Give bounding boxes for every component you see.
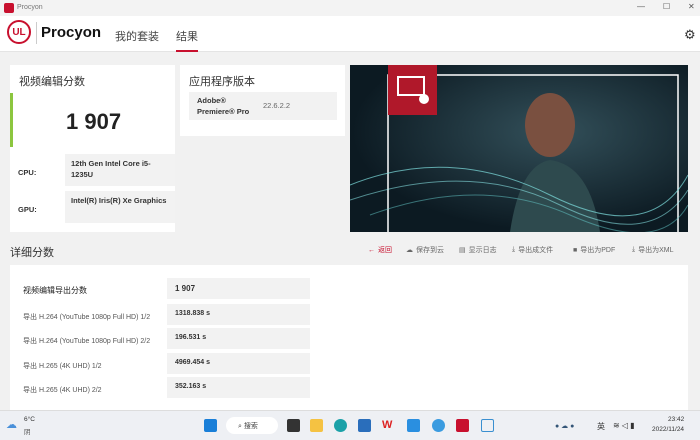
export-pdf-label: 导出为PDF (580, 247, 616, 254)
download-icon: ⤓ (512, 246, 516, 253)
cloud-icon[interactable]: ☁ (6, 418, 17, 431)
details-title: 详细分数 (10, 246, 54, 259)
row-value: 352.163 s (167, 377, 310, 398)
file-explorer-icon[interactable] (310, 419, 323, 432)
tray-icons[interactable]: ● ☁ ● (555, 422, 574, 430)
close-button[interactable]: ✕ (688, 2, 695, 11)
app-version-card: 应用程序版本 Adobe® Premiere® Pro 22.6.2.2 (180, 65, 345, 136)
app-icon[interactable] (407, 419, 420, 432)
save-icon: ■ (573, 246, 578, 254)
app-icon (4, 3, 14, 13)
weather-temp: 6°C (24, 416, 35, 423)
score-card: 视频编辑分数 1 907 CPU: 12th Gen Intel Core i5… (10, 65, 175, 232)
arrow-left-icon: ← (368, 246, 375, 254)
show-log-button[interactable]: ▤ 显示日志 (459, 245, 497, 255)
save-to-cloud-button[interactable]: ☁ 保存到云 (406, 245, 444, 255)
search-box[interactable]: ⌕ 搜索 (226, 417, 278, 434)
show-log-label: 显示日志 (468, 247, 497, 254)
store-icon[interactable] (358, 419, 371, 432)
row-value: 1 907 (167, 278, 310, 299)
wps-icon[interactable]: W (382, 419, 395, 432)
score-accent-bar (10, 93, 13, 147)
maximize-button[interactable]: ☐ (663, 2, 670, 11)
row-label: 导出 H.264 (YouTube 1080p Full HD) 1/2 (23, 314, 151, 321)
row-value: 1318.838 s (167, 304, 310, 325)
ime-indicator[interactable]: 英 (597, 421, 605, 432)
tab-results[interactable]: 结果 (176, 28, 198, 52)
download-icon: ⤓ (632, 246, 636, 253)
clock-date[interactable]: 2022/11/24 (652, 426, 684, 433)
task-view-icon[interactable] (287, 419, 300, 432)
divider (36, 22, 37, 44)
export-file-label: 导出成文件 (518, 247, 554, 254)
brand-name: Procyon (41, 24, 102, 41)
window-title: Procyon (17, 4, 43, 11)
search-label: 搜索 (243, 423, 258, 430)
weather-desc: 阴 (24, 429, 31, 436)
app-version-title: 应用程序版本 (189, 75, 255, 88)
tips-icon[interactable] (432, 419, 445, 432)
hero-image (350, 65, 688, 232)
cloud-upload-icon: ☁ (406, 247, 413, 254)
title-bar: Procyon — ☐ ✕ (0, 0, 700, 16)
row-label: 导出 H.265 (4K UHD) 1/2 (23, 363, 102, 370)
start-icon[interactable] (204, 419, 217, 432)
app-version-row: Adobe® Premiere® Pro 22.6.2.2 (189, 92, 337, 120)
clock-time[interactable]: 23:42 (668, 416, 684, 423)
logo-text: UL (12, 26, 26, 38)
tab-my-suites[interactable]: 我的套装 (115, 28, 159, 44)
export-file-button[interactable]: ⤓ 导出成文件 (512, 245, 553, 255)
edge-icon[interactable] (334, 419, 347, 432)
hero-illustration (350, 65, 688, 232)
save-to-cloud-label: 保存到云 (416, 247, 444, 254)
row-value: 4969.454 s (167, 353, 310, 374)
row-label: 视频编辑导出分数 (23, 286, 87, 295)
back-label: 返回 (378, 247, 392, 254)
gear-icon[interactable]: ⚙ (684, 27, 696, 43)
gpu-label: GPU: (18, 205, 37, 214)
export-xml-button[interactable]: ⤓ 导出为XML (632, 245, 674, 255)
taskbar (0, 410, 700, 440)
export-pdf-button[interactable]: ■ 导出为PDF (573, 245, 615, 255)
export-xml-label: 导出为XML (638, 247, 674, 254)
cpu-label: CPU: (18, 168, 37, 177)
score-value: 1 907 (66, 109, 122, 134)
minimize-button[interactable]: — (637, 2, 645, 11)
app-name: Adobe® Premiere® Pro (197, 96, 250, 116)
snipping-tool-icon[interactable] (481, 419, 494, 432)
app-header (0, 16, 700, 52)
row-label: 导出 H.264 (YouTube 1080p Full HD) 2/2 (23, 338, 151, 345)
cpu-value: 12th Gen Intel Core i5-1235U (65, 154, 175, 186)
row-label: 导出 H.265 (4K UHD) 2/2 (23, 387, 102, 394)
procyon-taskbar-icon[interactable] (456, 419, 469, 432)
document-icon: ▤ (459, 247, 466, 254)
app-version: 22.6.2.2 (263, 101, 291, 110)
ul-logo: UL (7, 20, 31, 44)
network-volume-battery-icons[interactable]: ≋ ◁ ▮ (613, 421, 635, 430)
gpu-value: Intel(R) Iris(R) Xe Graphics (65, 191, 175, 223)
back-button[interactable]: ← 返回 (368, 245, 392, 255)
score-title: 视频编辑分数 (19, 75, 85, 88)
row-value: 196.531 s (167, 328, 310, 349)
